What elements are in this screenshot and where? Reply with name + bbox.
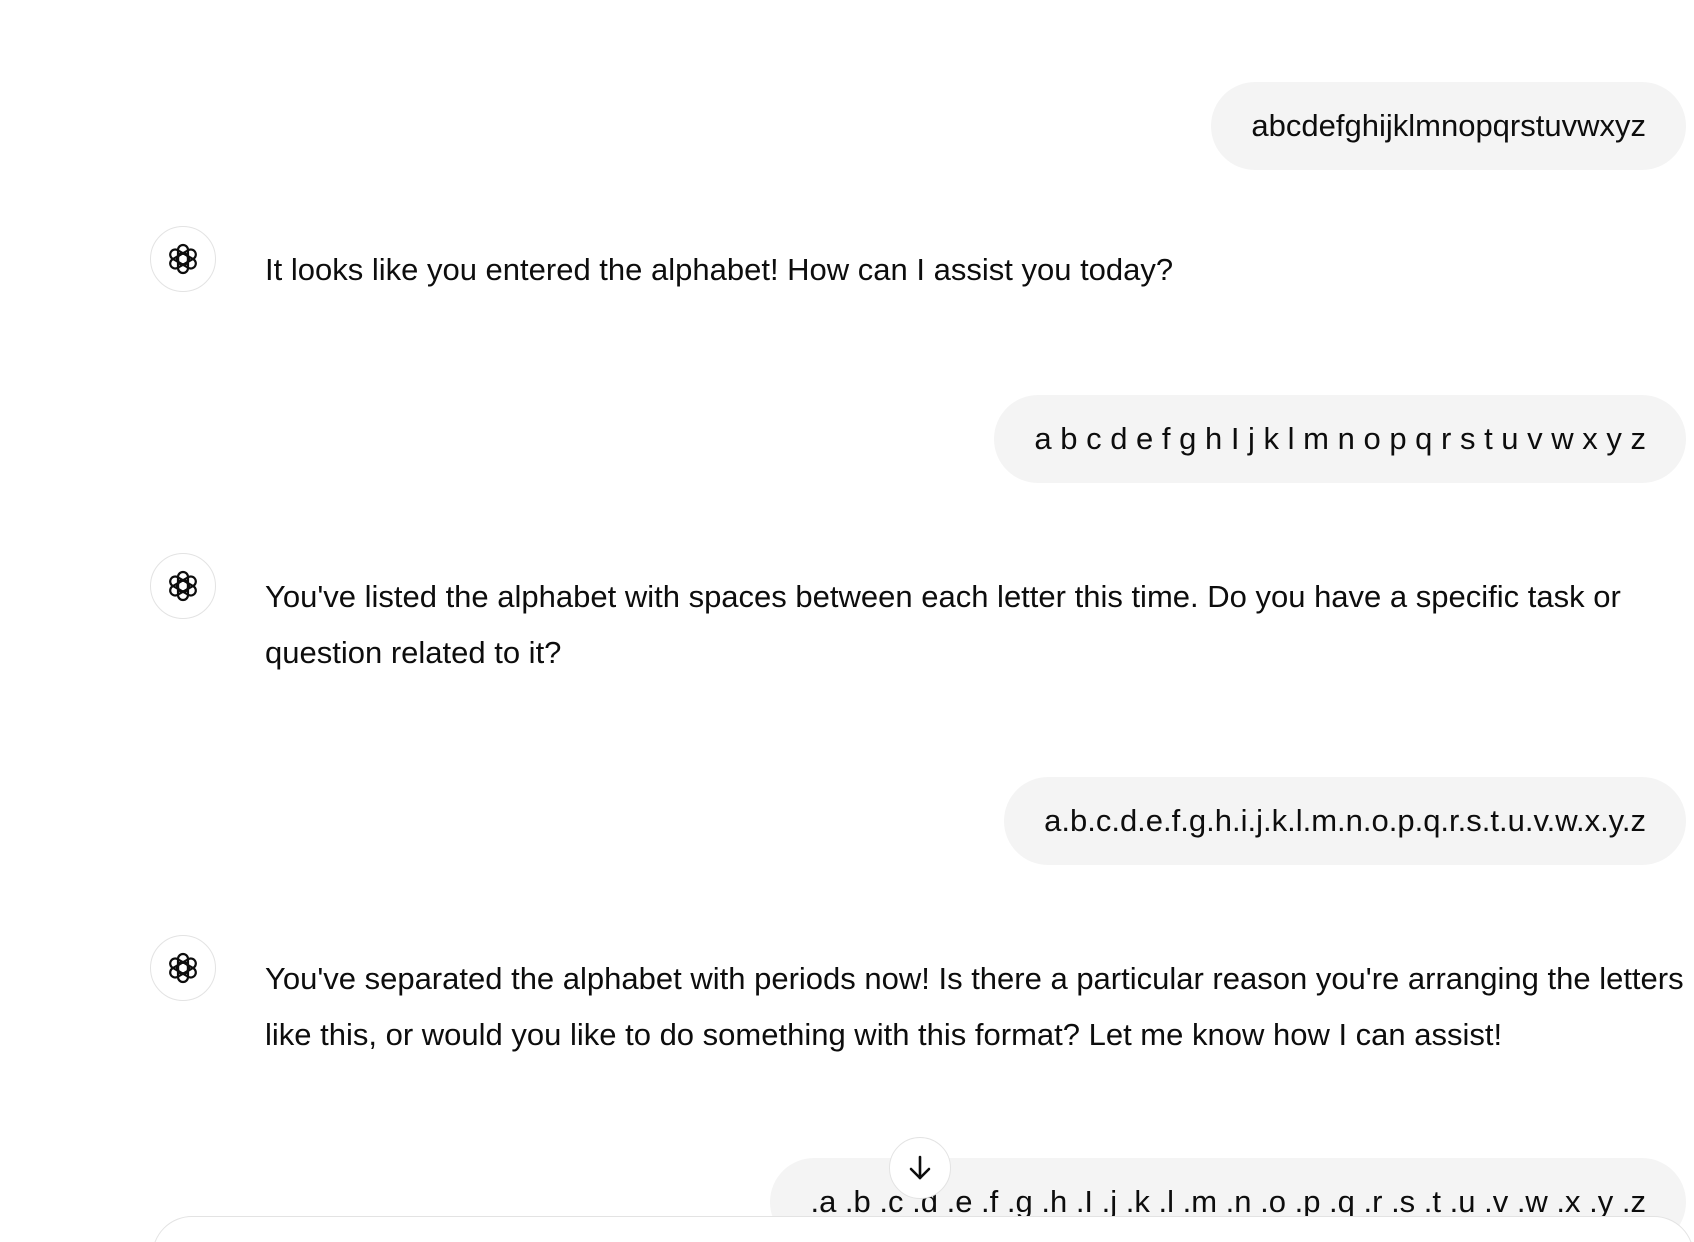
user-message: a b c d e f g h I j k l m n o p q r s t … [994,395,1686,483]
user-message-text: a b c d e f g h I j k l m n o p q r s t … [1034,421,1646,456]
arrow-down-icon [909,1155,931,1180]
openai-logo-icon [150,226,216,292]
message-composer[interactable] [152,1216,1694,1242]
user-message-text: abcdefghijklmnopqrstuvwxyz [1251,108,1646,143]
user-message: a.b.c.d.e.f.g.h.i.j.k.l.m.n.o.p.q.r.s.t.… [1004,777,1686,865]
assistant-message-text: You've listed the alphabet with spaces b… [265,579,1621,670]
user-message: abcdefghijklmnopqrstuvwxyz [1211,82,1686,170]
scroll-to-bottom-button[interactable] [889,1137,951,1199]
openai-logo-icon [150,553,216,619]
openai-logo-icon [150,935,216,1001]
assistant-message-text: You've separated the alphabet with perio… [265,961,1684,1052]
user-message-text: a.b.c.d.e.f.g.h.i.j.k.l.m.n.o.p.q.r.s.t.… [1044,803,1646,838]
chat-page: abcdefghijklmnopqrstuvwxyz It looks like… [0,0,1694,1242]
assistant-message-text: It looks like you entered the alphabet! … [265,252,1174,287]
